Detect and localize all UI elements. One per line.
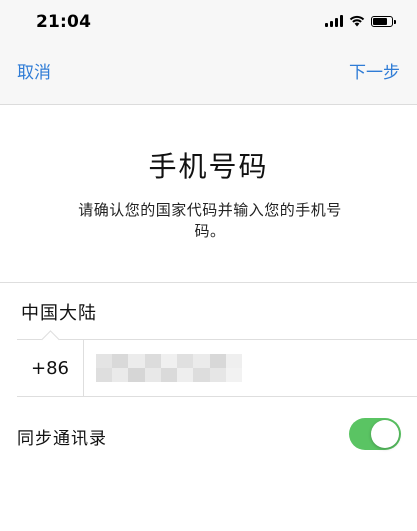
country-selector[interactable]: 中国大陆 bbox=[0, 283, 417, 339]
next-button[interactable]: 下一步 bbox=[349, 58, 400, 83]
sync-contacts-row: 同步通讯录 bbox=[0, 410, 417, 460]
sync-contacts-toggle[interactable] bbox=[349, 418, 401, 450]
battery-icon bbox=[371, 15, 396, 27]
status-icons bbox=[325, 15, 396, 27]
cellular-signal-icon bbox=[325, 15, 343, 27]
sync-contacts-label: 同步通讯录 bbox=[17, 429, 107, 449]
country-label: 中国大陆 bbox=[21, 303, 97, 324]
country-code: +86 bbox=[31, 358, 69, 379]
page-title: 手机号码 bbox=[148, 150, 269, 183]
status-time: 21:04 bbox=[36, 12, 92, 32]
country-code-field[interactable]: +86 bbox=[17, 340, 83, 396]
vertical-divider bbox=[83, 340, 84, 396]
phone-number-input[interactable] bbox=[96, 354, 242, 382]
cancel-button[interactable]: 取消 bbox=[17, 58, 51, 83]
nav-bar: 取消 下一步 bbox=[0, 46, 417, 105]
status-bar: 21:04 bbox=[0, 0, 417, 46]
wifi-icon bbox=[349, 15, 365, 27]
page-subtitle: 请确认您的国家代码并输入您的手机号码。 bbox=[78, 201, 342, 240]
divider bbox=[17, 396, 417, 397]
toggle-knob bbox=[371, 420, 399, 448]
